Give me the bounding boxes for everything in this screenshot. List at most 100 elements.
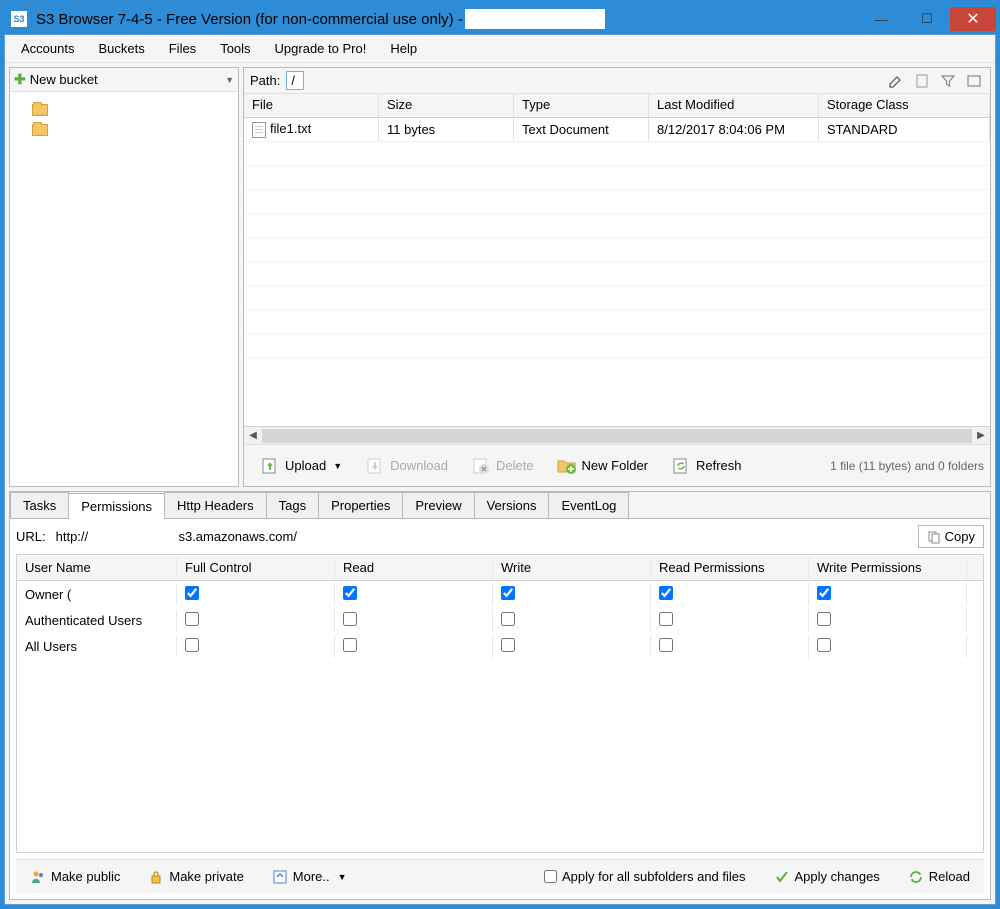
perm-col-readperm[interactable]: Read Permissions [651,557,809,578]
delete-button[interactable]: Delete [461,450,543,482]
delete-icon [470,455,492,477]
file-type: Text Document [514,119,649,140]
perm-cell [335,609,493,632]
perm-row[interactable]: Owner ( [17,581,983,607]
apply-all-checkbox[interactable]: Apply for all subfolders and files [538,866,752,887]
perm-cell [335,583,493,606]
open-icon[interactable] [964,71,984,91]
menu-buckets[interactable]: Buckets [86,37,156,60]
perm-col-read[interactable]: Read [335,557,493,578]
perm-cell [493,635,651,658]
perm-col-user[interactable]: User Name [17,557,177,578]
menu-help[interactable]: Help [378,37,429,60]
tab-tags[interactable]: Tags [266,492,319,518]
window-title: S3 Browser 7-4-5 - Free Version (for non… [36,11,463,28]
perm-checkbox[interactable] [343,612,357,626]
folder-icon [32,124,48,136]
bucket-node[interactable] [18,120,230,140]
chevron-down-icon[interactable]: ▼ [225,75,234,85]
perm-row[interactable]: All Users [17,633,983,659]
plus-icon: ✚ [14,71,26,88]
file-name: file1.txt [270,121,311,136]
perm-checkbox[interactable] [817,586,831,600]
bucket-tree[interactable] [10,92,238,148]
check-icon [774,869,790,885]
menubar: Accounts Buckets Files Tools Upgrade to … [5,35,995,63]
more-button[interactable]: More.. ▼ [266,866,353,888]
perm-cell [177,583,335,606]
perm-cell [651,609,809,632]
upload-button[interactable]: Upload ▼ [250,450,351,482]
perm-checkbox[interactable] [185,612,199,626]
tab-tasks[interactable]: Tasks [10,492,69,518]
download-icon [364,455,386,477]
edit-icon[interactable] [886,71,906,91]
paste-icon[interactable] [912,71,932,91]
perm-user: Authenticated Users [17,610,177,631]
refresh-button[interactable]: Refresh [661,450,751,482]
make-private-button[interactable]: Make private [142,866,249,888]
perm-checkbox[interactable] [817,612,831,626]
tab-preview[interactable]: Preview [402,492,474,518]
bucket-node[interactable] [18,100,230,120]
perm-cell [651,583,809,606]
tab-http-headers[interactable]: Http Headers [164,492,267,518]
perm-checkbox[interactable] [185,638,199,652]
menu-tools[interactable]: Tools [208,37,262,60]
perm-checkbox[interactable] [817,638,831,652]
url-value[interactable]: http:// s3.amazonaws.com/ [54,527,910,546]
perm-cell [809,583,967,606]
perm-checkbox[interactable] [501,612,515,626]
apply-all-input[interactable] [544,870,557,883]
file-row[interactable]: file1.txt 11 bytes Text Document 8/12/20… [244,118,990,142]
col-modified[interactable]: Last Modified [649,94,819,117]
perm-checkbox[interactable] [501,586,515,600]
col-class[interactable]: Storage Class [819,94,990,117]
filter-icon[interactable] [938,71,958,91]
perm-col-full[interactable]: Full Control [177,557,335,578]
perm-col-write[interactable]: Write [493,557,651,578]
perm-cell [809,609,967,632]
tab-permissions[interactable]: Permissions [68,493,165,519]
perm-checkbox[interactable] [659,638,673,652]
path-input[interactable]: / [286,71,304,90]
new-folder-button[interactable]: New Folder [547,450,657,482]
status-text: 1 file (11 bytes) and 0 folders [830,459,984,473]
perm-cell [809,635,967,658]
horizontal-scrollbar[interactable]: ◀ ▶ [244,426,990,444]
col-type[interactable]: Type [514,94,649,117]
app-icon: S3 [10,10,28,28]
new-bucket-button[interactable]: New bucket [30,72,98,87]
more-icon [272,869,288,885]
perm-checkbox[interactable] [343,586,357,600]
perm-row[interactable]: Authenticated Users [17,607,983,633]
apply-changes-button[interactable]: Apply changes [768,866,886,888]
perm-checkbox[interactable] [343,638,357,652]
make-public-button[interactable]: Make public [24,866,126,888]
download-button[interactable]: Download [355,450,457,482]
menu-files[interactable]: Files [157,37,208,60]
file-icon [252,122,266,138]
maximize-button[interactable]: ☐ [904,7,950,31]
scroll-right-icon[interactable]: ▶ [972,430,990,441]
tab-versions[interactable]: Versions [474,492,550,518]
menu-accounts[interactable]: Accounts [9,37,86,60]
file-list: File Size Type Last Modified Storage Cla… [244,94,990,426]
col-file[interactable]: File [244,94,379,117]
reload-icon [908,869,924,885]
col-size[interactable]: Size [379,94,514,117]
perm-cell [651,635,809,658]
close-button[interactable]: ✕ [950,7,996,31]
reload-button[interactable]: Reload [902,866,976,888]
tab-properties[interactable]: Properties [318,492,403,518]
minimize-button[interactable]: — [858,7,904,31]
perm-checkbox[interactable] [659,586,673,600]
perm-checkbox[interactable] [659,612,673,626]
perm-checkbox[interactable] [501,638,515,652]
menu-upgrade[interactable]: Upgrade to Pro! [263,37,379,60]
scroll-left-icon[interactable]: ◀ [244,430,262,441]
perm-col-writeperm[interactable]: Write Permissions [809,557,967,578]
perm-checkbox[interactable] [185,586,199,600]
tab-eventlog[interactable]: EventLog [548,492,629,518]
copy-button[interactable]: Copy [918,525,984,548]
